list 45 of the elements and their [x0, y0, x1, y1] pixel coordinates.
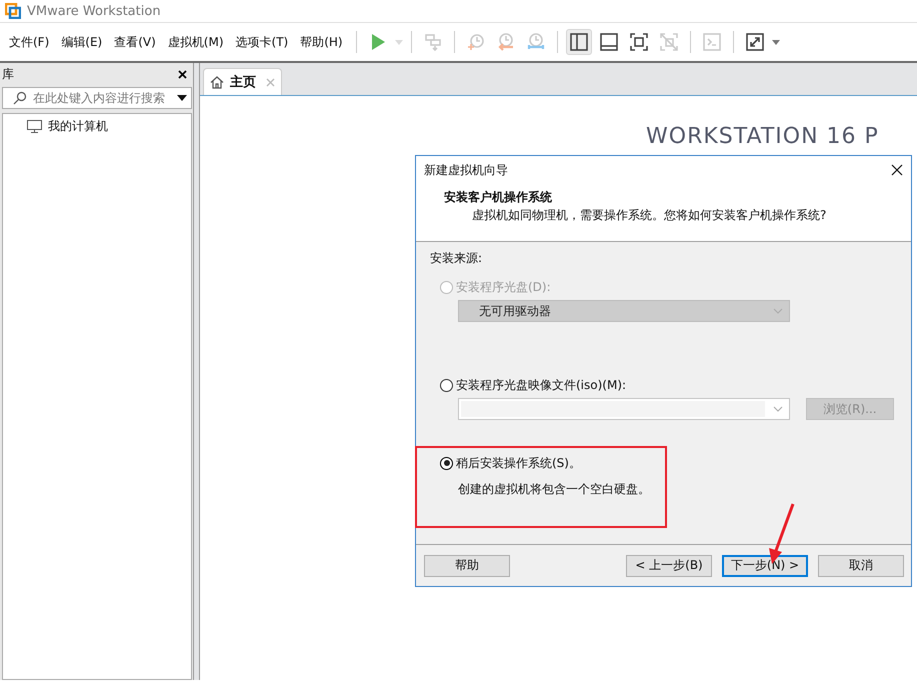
stretch-icon	[744, 32, 765, 52]
clock-arrow-icon	[496, 32, 516, 52]
help-button[interactable]: 帮助	[424, 554, 510, 576]
bottom-panel-icon	[598, 32, 619, 52]
menu-item[interactable]: 文件(F)	[4, 34, 54, 50]
dropdown-caret-icon[interactable]	[177, 95, 187, 101]
option-description: 创建的虚拟机将包含一个空白硬盘。	[457, 481, 651, 498]
console-icon	[702, 32, 722, 52]
clock-wrench-icon	[526, 32, 546, 52]
home-tab[interactable]: 主页	[203, 68, 282, 95]
radio-button[interactable]	[440, 456, 453, 470]
window-title: VMware Workstation	[27, 4, 161, 18]
chevron-down-icon	[773, 406, 783, 412]
home-icon	[210, 76, 224, 88]
wizard-subheading: 虚拟机如同物理机，需要操作系统。您将如何安装客户机操作系统?	[471, 207, 828, 224]
close-icon[interactable]	[891, 164, 903, 176]
panel-title: 库	[2, 66, 14, 82]
wizard-heading: 安装客户机操作系统	[444, 189, 553, 206]
tree-item[interactable]: 我的计算机	[3, 118, 191, 134]
iso-path-field[interactable]	[458, 398, 790, 420]
dialog-title: 新建虚拟机向导	[424, 162, 508, 178]
menu-item[interactable]: 选项卡(T)	[230, 34, 294, 50]
app-logo-icon	[5, 3, 21, 19]
menu-item[interactable]: 查看(V)	[109, 34, 161, 50]
search-icon	[13, 91, 27, 105]
sidebar-layout-icon	[568, 32, 589, 52]
radio-button[interactable]	[440, 378, 453, 392]
chevron-down-icon	[773, 308, 783, 314]
dialog-button[interactable]: < 上一步(B)	[626, 554, 712, 576]
radio-label[interactable]: 安装程序光盘映像文件(iso)(M):	[456, 376, 626, 394]
search-field[interactable]: 在此处键入内容进行搜索	[2, 87, 192, 109]
dialog-button[interactable]: 取消	[818, 554, 904, 576]
toolbar-button[interactable]	[566, 29, 592, 55]
clock-plus-icon	[466, 32, 486, 52]
close-icon[interactable]	[178, 70, 187, 78]
menu-item[interactable]: 帮助(H)	[295, 34, 348, 50]
fullscreen-icon	[628, 32, 649, 52]
dialog-button[interactable]: 下一步(N) >	[722, 554, 808, 576]
menu-item[interactable]: 虚拟机(M)	[162, 34, 229, 50]
menu-item[interactable]: 编辑(E)	[56, 34, 108, 50]
product-title: WORKSTATION 16 P	[646, 124, 879, 150]
crossed-window-icon	[658, 32, 679, 52]
monitor-icon	[27, 120, 42, 132]
radio-label[interactable]: 稍后安装操作系统(S)。	[456, 454, 581, 472]
section-label: 安装来源:	[430, 250, 484, 266]
